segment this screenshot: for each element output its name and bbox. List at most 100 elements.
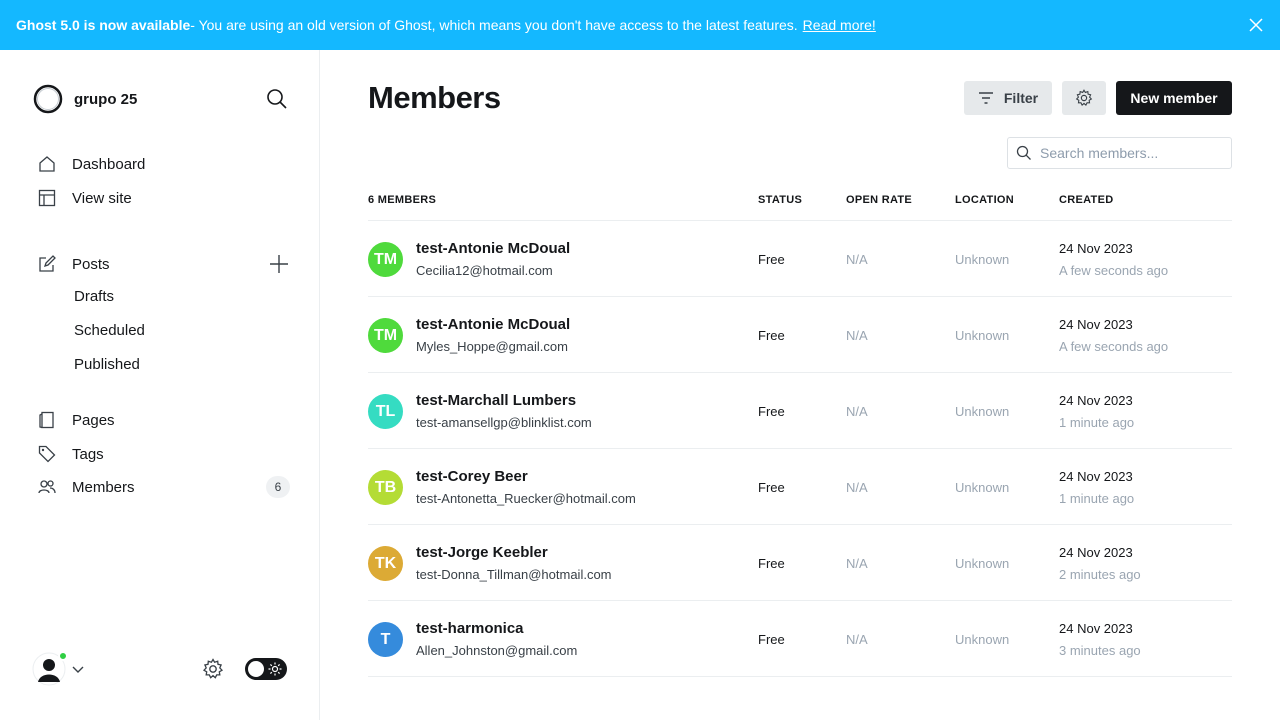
table-row[interactable]: TM test-Antonie McDoual Cecilia12@hotmail.… [368, 221, 1232, 297]
layout-icon [38, 189, 56, 207]
avatar: TM [368, 242, 403, 277]
avatar [32, 651, 68, 686]
member-open-rate: N/A [846, 252, 868, 267]
theme-toggle[interactable] [245, 658, 287, 680]
member-status: Free [758, 556, 785, 571]
home-icon [38, 155, 56, 173]
member-created-ago: 2 minutes ago [1059, 567, 1141, 582]
close-icon[interactable] [1248, 17, 1264, 33]
table-row[interactable]: TM test-Antonie McDoual Myles_Hoppe@gmail.… [368, 297, 1232, 373]
users-icon [38, 478, 56, 496]
member-status: Free [758, 404, 785, 419]
member-created-date: 24 Nov 2023 [1059, 621, 1133, 636]
nav-published[interactable]: Published [74, 356, 140, 373]
nav-tags[interactable]: Tags [38, 444, 104, 464]
column-header-location[interactable]: LOCATION [955, 194, 1014, 206]
member-created-date: 24 Nov 2023 [1059, 545, 1133, 560]
column-header-open-rate[interactable]: OPEN RATE [846, 194, 912, 206]
member-status: Free [758, 328, 785, 343]
filter-button[interactable]: Filter [964, 81, 1052, 115]
online-indicator [58, 651, 68, 661]
nav-members-label: Members [72, 478, 135, 496]
member-location: Unknown [955, 328, 1010, 343]
avatar: TB [368, 470, 403, 505]
nav-view-site-label: View site [72, 189, 132, 207]
member-created-date: 24 Nov 2023 [1059, 393, 1133, 408]
nav-pages-label: Pages [72, 411, 115, 429]
user-menu[interactable] [32, 651, 84, 686]
member-location: Unknown [955, 556, 1010, 571]
column-header-members[interactable]: 6 MEMBERS [368, 194, 436, 206]
sun-icon [268, 662, 282, 676]
nav-members[interactable]: Members [38, 477, 135, 497]
table-row[interactable]: TK test-Jorge Keebler test-Donna_Tillman@h… [368, 525, 1232, 601]
table-row[interactable]: TL test-Marchall Lumbers test-amansellgp@b… [368, 373, 1232, 449]
tag-icon [38, 445, 56, 463]
member-email: Allen_Johnston@gmail.com [416, 643, 578, 658]
site-brand[interactable]: grupo 25 [32, 83, 137, 115]
member-name: test-Antonie McDoual [416, 240, 571, 257]
nav-scheduled[interactable]: Scheduled [74, 322, 145, 339]
search-icon[interactable] [265, 87, 289, 111]
sidebar: grupo 25 Dashboard View site Posts Draft… [0, 50, 320, 720]
edit-icon [38, 255, 56, 273]
member-created-ago: 3 minutes ago [1059, 643, 1141, 658]
member-name: test-harmonica [416, 620, 524, 637]
member-created-ago: A few seconds ago [1059, 339, 1169, 354]
member-status: Free [758, 252, 785, 267]
member-name: test-Marchall Lumbers [416, 392, 577, 409]
search-members-input[interactable] [1040, 145, 1220, 161]
avatar: T [368, 622, 403, 657]
member-location: Unknown [955, 252, 1010, 267]
member-open-rate: N/A [846, 328, 868, 343]
table-row[interactable]: TB test-Corey Beer test-Antonetta_Ruecker@… [368, 449, 1232, 525]
banner-read-more-link[interactable]: Read more! [803, 17, 876, 33]
nav-pages[interactable]: Pages [38, 410, 115, 430]
nav-posts[interactable]: Posts [38, 254, 110, 274]
chevron-down-icon [72, 663, 84, 675]
member-open-rate: N/A [846, 404, 868, 419]
member-status: Free [758, 632, 785, 647]
nav-dashboard[interactable]: Dashboard [38, 154, 145, 174]
members-settings-button[interactable] [1062, 81, 1106, 115]
member-name: test-Antonie McDoual [416, 316, 571, 333]
settings-gear-icon[interactable] [202, 658, 224, 680]
filter-icon [978, 92, 993, 104]
site-logo-icon [32, 83, 64, 115]
add-post-icon[interactable] [268, 253, 290, 275]
member-email: test-Donna_Tillman@hotmail.com [416, 567, 612, 582]
member-email: Cecilia12@hotmail.com [416, 263, 553, 278]
member-email: test-amansellgp@blinklist.com [416, 415, 592, 430]
avatar: TL [368, 394, 403, 429]
member-location: Unknown [955, 632, 1010, 647]
member-status: Free [758, 480, 785, 495]
member-location: Unknown [955, 480, 1010, 495]
member-created-ago: 1 minute ago [1059, 491, 1135, 506]
page-title: Members [368, 80, 501, 115]
toggle-knob [248, 661, 264, 677]
avatar: TK [368, 546, 403, 581]
nav-drafts[interactable]: Drafts [74, 288, 114, 305]
member-created-date: 24 Nov 2023 [1059, 241, 1133, 256]
page-icon [38, 411, 56, 429]
upgrade-banner: Ghost 5.0 is now available - You are usi… [0, 0, 1280, 50]
member-created-date: 24 Nov 2023 [1059, 317, 1133, 332]
member-open-rate: N/A [846, 632, 868, 647]
main-content: Members Filter New member 6 MEMBERS STAT… [320, 50, 1280, 720]
table-row[interactable]: Ttest-harmonica Allen_Johnston@gmail.com F… [368, 601, 1232, 677]
nav-posts-label: Posts [72, 255, 110, 273]
nav-dashboard-label: Dashboard [72, 155, 146, 173]
nav-tags-label: Tags [72, 445, 104, 463]
member-email: Myles_Hoppe@gmail.com [416, 339, 568, 354]
column-header-created[interactable]: CREATED [1059, 194, 1113, 206]
gear-icon [1075, 89, 1093, 106]
member-email: test-Antonetta_Ruecker@hotmail.com [416, 491, 636, 506]
new-member-button[interactable]: New member [1116, 81, 1232, 115]
banner-headline: Ghost 5.0 is now available [16, 17, 191, 33]
member-created-ago: 1 minute ago [1059, 415, 1135, 430]
search-members-box [1007, 137, 1232, 169]
search-icon [1016, 145, 1031, 160]
column-header-status[interactable]: STATUS [758, 194, 802, 206]
member-open-rate: N/A [846, 556, 868, 571]
nav-view-site[interactable]: View site [38, 188, 132, 208]
